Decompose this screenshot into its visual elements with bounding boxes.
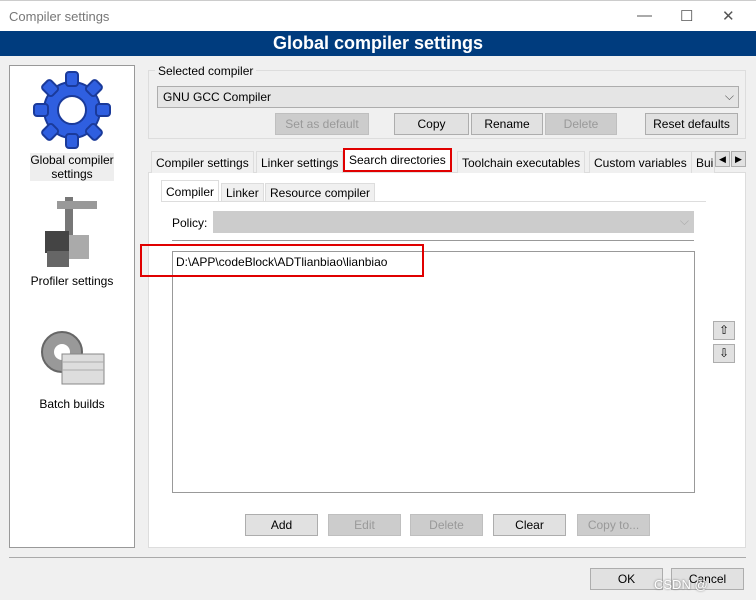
caliper-icon [45, 197, 97, 267]
banner-title: Global compiler settings [0, 31, 756, 56]
subtab-divider [161, 201, 706, 202]
title-bar: Compiler settings — ☐ ✕ [0, 0, 756, 31]
minimize-button[interactable]: — [637, 7, 652, 24]
clear-button[interactable]: Clear [493, 514, 566, 536]
sidebar-item-profiler-settings[interactable]: Profiler settings [10, 191, 134, 288]
close-button[interactable]: ✕ [722, 7, 735, 25]
ok-button[interactable]: OK [590, 568, 663, 590]
move-up-button[interactable]: ⇧ [713, 321, 735, 340]
watermark: CSDN @ [654, 577, 708, 592]
copy-button[interactable]: Copy [394, 113, 469, 135]
chevron-down-icon: ⌵ [679, 214, 689, 228]
selected-compiler-label: Selected compiler [155, 64, 257, 78]
highlight-box [140, 244, 424, 277]
add-button[interactable]: Add [245, 514, 318, 536]
separator [172, 240, 694, 241]
subtab-linker[interactable]: Linker [221, 183, 264, 202]
compiler-select-value: GNU GCC Compiler [163, 90, 272, 104]
directories-list[interactable]: D:\APP\codeBlock\ADTlianbiao\lianbiao [172, 251, 695, 493]
tab-build-options[interactable]: Bui [691, 151, 715, 173]
sidebar-item-global-compiler-settings[interactable]: Global compiler settings [10, 68, 134, 181]
compiler-select[interactable]: GNU GCC Compiler ⌵ [157, 86, 739, 108]
tab-toolchain-executables[interactable]: Toolchain executables [457, 151, 586, 173]
tab-scroll-right-button[interactable]: ▶ [731, 151, 746, 167]
rename-button[interactable]: Rename [471, 113, 543, 135]
tab-scroll-left-button[interactable]: ◀ [715, 151, 730, 167]
sidebar-item-label: Global compiler settings [30, 153, 114, 181]
tab-search-directories[interactable]: Search directories [343, 148, 452, 172]
delete-button[interactable]: Delete [410, 514, 483, 536]
tab-compiler-settings[interactable]: Compiler settings [151, 151, 254, 173]
sidebar-item-label: Profiler settings [30, 274, 114, 288]
tab-custom-variables[interactable]: Custom variables [589, 151, 692, 173]
footer-divider [9, 557, 746, 558]
reset-defaults-button[interactable]: Reset defaults [645, 113, 738, 135]
batch-gears-icon [41, 331, 105, 385]
maximize-button[interactable]: ☐ [680, 7, 693, 25]
subtab-resource-compiler[interactable]: Resource compiler [265, 183, 376, 202]
chevron-down-icon: ⌵ [724, 89, 734, 103]
copy-to-button[interactable]: Copy to... [577, 514, 650, 536]
sidebar-item-label: Batch builds [39, 397, 105, 411]
delete-compiler-button[interactable]: Delete [545, 113, 617, 135]
window-title: Compiler settings [9, 9, 110, 24]
sidebar: Global compiler settings Profiler settin… [9, 65, 135, 548]
sidebar-item-batch-builds[interactable]: Batch builds [10, 324, 134, 411]
edit-button[interactable]: Edit [328, 514, 401, 536]
subtab-compiler[interactable]: Compiler [161, 180, 220, 202]
policy-label: Policy: [172, 216, 208, 230]
policy-select[interactable]: ⌵ [213, 211, 694, 233]
move-down-button[interactable]: ⇩ [713, 344, 735, 363]
tab-linker-settings[interactable]: Linker settings [256, 151, 344, 173]
gear-icon [33, 71, 111, 149]
set-as-default-button[interactable]: Set as default [275, 113, 369, 135]
